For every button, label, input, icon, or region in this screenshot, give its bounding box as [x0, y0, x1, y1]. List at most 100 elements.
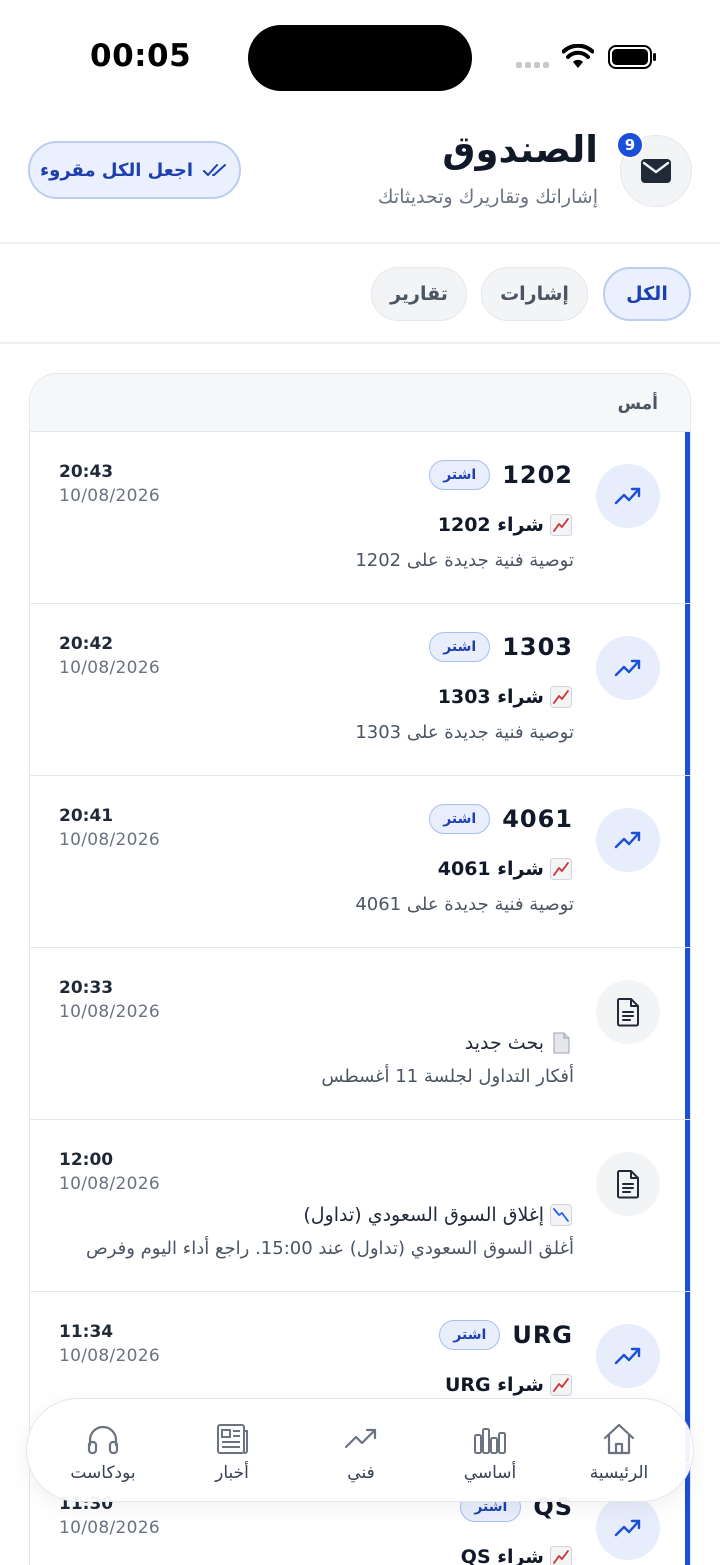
page-title: الصندوق [442, 128, 598, 171]
notification-time: 20:41 [59, 806, 114, 826]
status-time: 00:05 [90, 38, 192, 74]
notification-date: 10/08/2026 [59, 486, 160, 506]
chart-up-icon [550, 514, 572, 536]
section-label: أمس [617, 394, 658, 414]
notification-title: شراء 4061 [438, 858, 572, 880]
notification-description: توصية فنية جديدة على 1303 [355, 722, 574, 743]
nav-fundamental[interactable]: أساسي [430, 1399, 550, 1503]
report-avatar [596, 1152, 660, 1216]
document-icon [617, 998, 639, 1027]
notification-title: شراء 1202 [438, 514, 572, 536]
notification-title: بحث جديد [465, 1032, 572, 1054]
dynamic-island [248, 25, 472, 91]
trend-icon [344, 1428, 377, 1449]
buy-badge: اشتر [429, 804, 491, 834]
mark-all-read-label: اجعل الكل مقروء [39, 159, 194, 181]
unread-count-badge: 9 [616, 131, 644, 159]
nav-home-label: الرئيسية [589, 1463, 649, 1483]
nav-podcast[interactable]: بودكاست [43, 1399, 163, 1503]
nav-podcast-label: بودكاست [70, 1463, 136, 1483]
notification-date: 10/08/2026 [59, 658, 160, 678]
tabs-divider [0, 342, 720, 344]
notification-title-text: بحث جديد [464, 1032, 544, 1054]
signal-avatar [596, 636, 660, 700]
wifi-icon [562, 44, 594, 68]
symbol-line: اشتر 4061 [429, 804, 573, 834]
stock-symbol: URG [512, 1321, 573, 1349]
chart-up-icon [550, 686, 572, 708]
stock-symbol: 1303 [502, 633, 573, 661]
header-divider [0, 242, 720, 244]
mark-all-read-button[interactable]: اجعل الكل مقروء [28, 141, 241, 199]
stock-symbol: 1202 [502, 461, 573, 489]
buy-badge: اشتر [429, 632, 491, 662]
symbol-line: اشتر URG [439, 1320, 573, 1350]
trend-up-icon [614, 659, 641, 677]
stock-symbol: 4061 [502, 805, 573, 833]
nav-fundamental-label: أساسي [463, 1463, 517, 1483]
notification-title-text: شراء 1202 [437, 514, 544, 536]
notification-time: 11:34 [59, 1322, 114, 1342]
notification-date: 10/08/2026 [59, 830, 160, 850]
tab-signals[interactable]: إشارات [481, 267, 588, 321]
symbol-line: اشتر 1303 [429, 632, 573, 662]
notification-row[interactable]: 12:00 10/08/2026 إغلاق السوق السعودي (تداو… [30, 1120, 690, 1292]
envelope-icon [641, 159, 671, 183]
notification-date: 10/08/2026 [59, 1174, 160, 1194]
notification-date: 10/08/2026 [59, 1002, 160, 1022]
notification-time: 12:00 [59, 1150, 114, 1170]
nav-technical[interactable]: فني [301, 1399, 421, 1503]
buy-badge: اشتر [439, 1320, 501, 1350]
section-header: أمس [30, 374, 690, 432]
notification-description: أفكار التداول لجلسة 11 أغسطس [321, 1066, 574, 1087]
nav-news-label: أخبار [215, 1463, 249, 1483]
document-icon [617, 1170, 639, 1199]
buy-badge: اشتر [429, 460, 491, 490]
notification-title: شراء URG [445, 1374, 572, 1396]
nav-technical-label: فني [347, 1463, 375, 1483]
notification-row[interactable]: 20:42 10/08/2026 اشتر 1303 شراء 1303 توصية فن… [30, 604, 690, 776]
page-subtitle: إشاراتك وتقاريرك وتحديثاتك [377, 186, 598, 208]
trend-up-icon [614, 1347, 641, 1365]
notification-title-text: شراء QS [460, 1546, 544, 1565]
notification-title: إغلاق السوق السعودي (تداول) [303, 1204, 572, 1226]
tab-reports[interactable]: تقارير [371, 267, 467, 321]
chart-up-icon [550, 1374, 572, 1396]
notification-title: شراء 1303 [438, 686, 572, 708]
notification-title-text: شراء URG [444, 1374, 544, 1396]
bottom-nav: الرئيسية أساسي فني أخبار بودكاست [26, 1398, 694, 1502]
notification-title: شراء QS [461, 1546, 572, 1565]
signal-avatar [596, 1496, 660, 1560]
newspaper-icon [217, 1424, 248, 1454]
chart-up-icon [550, 858, 572, 880]
tab-all[interactable]: الكل [603, 267, 691, 321]
notification-title-text: شراء 4061 [437, 858, 544, 880]
notification-row[interactable]: 20:33 10/08/2026 بحث جديد أفكار التداول لجل… [30, 948, 690, 1120]
notification-date: 10/08/2026 [59, 1346, 160, 1366]
notification-list: 20:43 10/08/2026 اشتر 1202 شراء 1202 توصية فن… [30, 432, 690, 1565]
home-icon [603, 1423, 635, 1455]
notification-row[interactable]: 20:41 10/08/2026 اشتر 4061 شراء 4061 توصية فن… [30, 776, 690, 948]
nav-news[interactable]: أخبار [172, 1399, 292, 1503]
signal-avatar [596, 464, 660, 528]
trend-up-icon [614, 1519, 641, 1537]
report-avatar [596, 980, 660, 1044]
symbol-line: اشتر 1202 [429, 460, 573, 490]
notification-date: 10/08/2026 [59, 1518, 160, 1538]
battery-icon [608, 45, 656, 69]
trend-up-icon [614, 831, 641, 849]
nav-home[interactable]: الرئيسية [559, 1399, 679, 1503]
chart-down-icon [550, 1204, 572, 1226]
chart-up-icon [550, 1546, 572, 1565]
page-icon [550, 1032, 572, 1054]
headphones-icon [87, 1425, 119, 1455]
notification-time: 20:33 [59, 978, 114, 998]
trend-up-icon [614, 487, 641, 505]
notification-row[interactable]: 20:43 10/08/2026 اشتر 1202 شراء 1202 توصية فن… [30, 432, 690, 604]
notification-title-text: إغلاق السوق السعودي (تداول) [303, 1204, 544, 1226]
signal-avatar [596, 808, 660, 872]
notifications-card: أمس 20:43 10/08/2026 اشتر 1202 شراء 1202 توصي… [29, 373, 691, 1565]
notification-title-text: شراء 1303 [437, 686, 544, 708]
notification-time: 20:42 [59, 634, 114, 654]
notification-description: توصية فنية جديدة على 4061 [355, 894, 574, 915]
